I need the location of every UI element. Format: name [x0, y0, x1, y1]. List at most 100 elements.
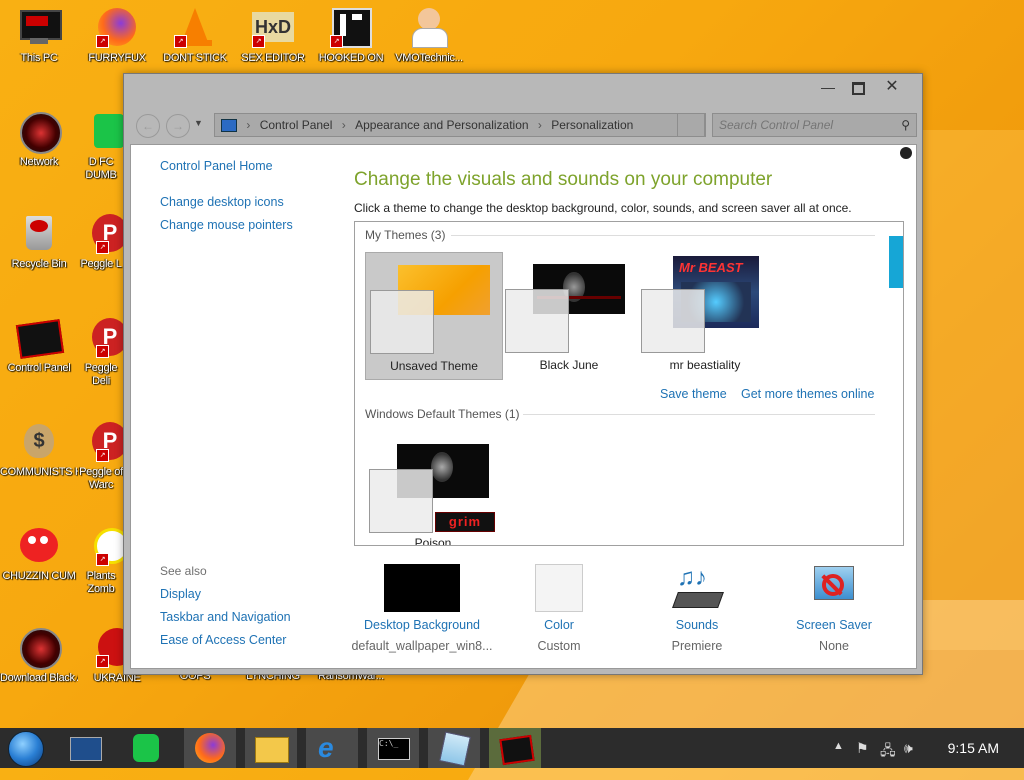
sidebar-change-desktop-icons[interactable]: Change desktop icons: [160, 195, 284, 209]
desktop-icon-communists[interactable]: $ COMMUNISTS HATE THIS G...: [0, 420, 78, 479]
desktop-icon-download[interactable]: Download Black All...: [0, 626, 78, 685]
sidebar-change-mouse-pointers[interactable]: Change mouse pointers: [160, 218, 293, 232]
color-link[interactable]: Color: [484, 618, 634, 632]
control-panel-icon: [221, 119, 237, 133]
background-swatch: [384, 564, 460, 612]
desktop-icon-dfc[interactable]: D FC DUMB: [78, 110, 124, 182]
desktop-icon-label: FURRYFUX: [88, 52, 146, 64]
maximize-button[interactable]: [844, 77, 872, 97]
content-pane: Control Panel Home Change desktop icons …: [130, 144, 917, 669]
personalization-window: — ✕ ← → ▼ › Control Panel › Appearance a…: [123, 73, 923, 675]
taskbar-internet-explorer[interactable]: e: [306, 728, 358, 768]
desktop-icon-label: Network: [19, 156, 59, 168]
taskbar-task-manager[interactable]: [60, 728, 112, 768]
action-center-flag-icon[interactable]: ⚑: [856, 740, 869, 757]
scrollbar-thumb[interactable]: [889, 236, 903, 288]
start-orb-icon: [8, 731, 44, 767]
save-theme-link[interactable]: Save theme: [660, 387, 727, 401]
folder-icon: [255, 737, 289, 763]
search-icon[interactable]: ⚲: [901, 114, 910, 136]
see-also-label: See also: [160, 564, 207, 578]
taskbar-notes[interactable]: [120, 728, 172, 768]
breadcrumb-control-panel[interactable]: Control Panel: [260, 118, 333, 132]
theme-window-preview: [505, 289, 569, 353]
desktop-icon-label: Control Panel: [7, 362, 71, 374]
desktop-icon-label: D FC DUMB: [85, 156, 117, 181]
search-input[interactable]: [717, 117, 886, 133]
taskbar: e C:\_ ▲ ⚑ 🖧 🕪 9:15 AM: [0, 728, 1024, 768]
recent-locations-dropdown[interactable]: ▼: [194, 118, 203, 128]
title-bar[interactable]: — ✕: [124, 74, 922, 102]
desktop-icon-chuzzin[interactable]: CHUZZIN CUM: [0, 524, 78, 583]
vlc-cone-icon: ↗: [174, 6, 216, 48]
ie-icon: e: [318, 732, 334, 763]
desktop-icon-label: Recycle Bin: [11, 258, 67, 270]
sounds-setting[interactable]: ♫♪ Sounds Premiere: [622, 564, 772, 653]
taskbar-notepad[interactable]: [428, 728, 480, 768]
theme-name: Unsaved Theme: [390, 359, 478, 373]
desktop-icon-dont-stick[interactable]: ↗ DONT STICK: [156, 6, 234, 65]
breadcrumb-separator: ›: [341, 118, 346, 132]
sounds-link[interactable]: Sounds: [622, 618, 772, 632]
desktop-icon-label: Plants Zomb: [86, 570, 116, 595]
sidebar-control-panel-home[interactable]: Control Panel Home: [160, 159, 273, 173]
recycle-bin-icon: [18, 212, 60, 254]
desktop-background-setting[interactable]: Desktop Background default_wallpaper_win…: [347, 564, 497, 653]
desktop-icon-this-pc[interactable]: This PC: [0, 6, 78, 65]
forward-button[interactable]: →: [166, 114, 190, 138]
monitor-icon: [18, 6, 62, 48]
get-more-themes-link[interactable]: Get more themes online: [741, 387, 874, 401]
desktop-icon-label: This PC: [20, 52, 58, 64]
see-also-taskbar-navigation[interactable]: Taskbar and Navigation: [160, 610, 291, 624]
desktop-icon-control-panel[interactable]: Control Panel: [0, 316, 78, 375]
screen-saver-link[interactable]: Screen Saver: [759, 618, 909, 632]
windows-default-themes-label: Windows Default Themes (1): [365, 407, 520, 421]
volume-icon[interactable]: 🕪: [904, 740, 913, 757]
breadcrumb-personalization[interactable]: Personalization: [551, 118, 633, 132]
taskbar-firefox[interactable]: [184, 728, 236, 768]
color-setting[interactable]: Color Custom: [484, 564, 634, 653]
desktop-icon-peggle-deli[interactable]: P ↗ Peggle Deli: [78, 316, 128, 388]
desktop-icon-plants-zomb[interactable]: ↗ Plants Zomb: [78, 524, 130, 596]
show-hidden-icons-button[interactable]: ▲: [833, 740, 844, 752]
breadcrumb-appearance[interactable]: Appearance and Personalization: [355, 118, 528, 132]
desktop-icon-furryfux[interactable]: ↗ FURRYFUX: [78, 6, 156, 65]
taskbar-clock[interactable]: 9:15 AM: [948, 740, 999, 756]
minimize-button[interactable]: —: [814, 77, 842, 97]
see-also-display[interactable]: Display: [160, 587, 201, 601]
close-button[interactable]: ✕: [878, 77, 906, 97]
theme-black-june[interactable]: Black June: [501, 252, 637, 378]
taskbar-command-prompt[interactable]: C:\_: [367, 728, 419, 768]
start-button[interactable]: [0, 728, 52, 768]
desktop-icon-recycle-bin[interactable]: Recycle Bin: [0, 212, 78, 271]
theme-unsaved[interactable]: Unsaved Theme: [365, 252, 503, 380]
flower-icon: ↗: [80, 524, 130, 566]
desktop-icon-network[interactable]: Network: [0, 110, 78, 169]
desktop-icon-peggle-l[interactable]: P ↗ Peggle L: [78, 212, 128, 271]
desktop-background-link[interactable]: Desktop Background: [347, 618, 497, 632]
back-button[interactable]: ←: [136, 114, 160, 138]
network-icon[interactable]: 🖧: [880, 740, 896, 764]
desktop-icon-sex-editor[interactable]: HxD ↗ SEX EDITOR: [234, 6, 312, 65]
task-manager-icon: [70, 737, 102, 761]
theme-window-preview: [370, 290, 434, 354]
desktop-icon-peggle-warc[interactable]: P ↗ Peggle of Warc: [78, 420, 128, 492]
taskbar-control-panel[interactable]: [489, 728, 541, 768]
sounds-icon: ♫♪: [672, 564, 724, 612]
screen-saver-setting[interactable]: Screen Saver None: [759, 564, 909, 653]
chuzzle-icon: [18, 524, 60, 566]
desktop-icon-hooked-on[interactable]: ↗ HOOKED ON: [312, 6, 390, 65]
desktop-icon-vmotechnic[interactable]: VMOTechnic...: [390, 6, 468, 65]
search-box[interactable]: ⚲: [712, 113, 917, 137]
theme-poison[interactable]: grim Poison: [365, 432, 501, 545]
theme-window-preview: [641, 289, 705, 353]
address-dropdown-button[interactable]: [677, 113, 705, 137]
cmd-icon: C:\_: [378, 738, 410, 760]
address-bar[interactable]: › Control Panel › Appearance and Persona…: [214, 113, 706, 137]
control-panel-icon: [499, 734, 535, 766]
color-swatch: [535, 564, 583, 612]
theme-gallery[interactable]: My Themes (3) Unsaved Theme Black June M…: [354, 221, 904, 546]
theme-mr-beastiality[interactable]: Mr BEAST mr beastiality: [637, 252, 773, 378]
taskbar-file-explorer[interactable]: [245, 728, 297, 768]
see-also-ease-of-access[interactable]: Ease of Access Center: [160, 633, 286, 647]
